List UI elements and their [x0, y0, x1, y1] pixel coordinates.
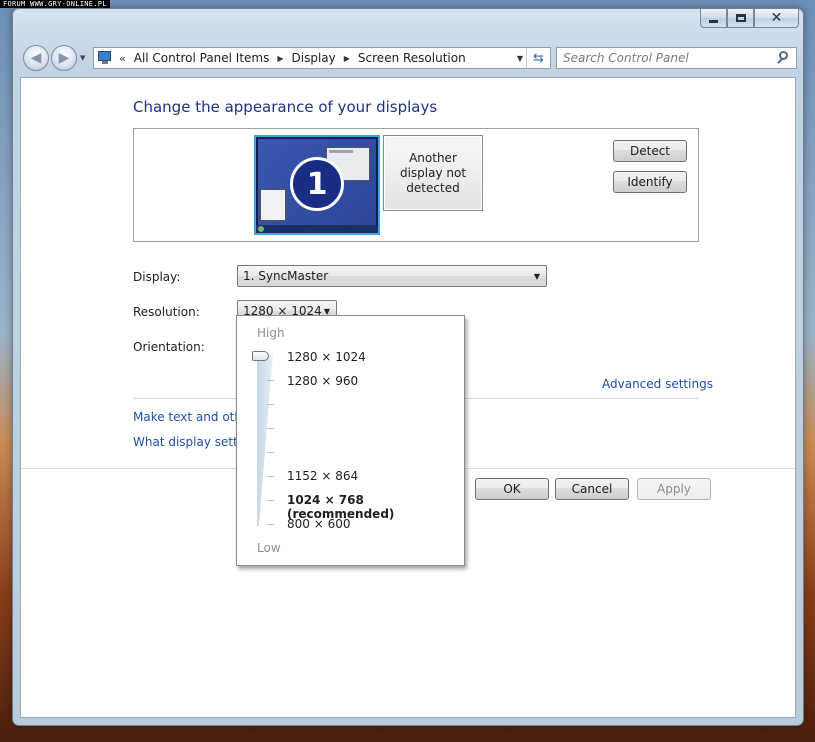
navigation-bar: ◀ ▶ ▼ « All Control Panel Items ▶ Displa…: [13, 43, 803, 73]
slider-tick: [267, 476, 274, 477]
back-button[interactable]: ◀: [23, 45, 49, 71]
orientation-label: Orientation:: [133, 340, 205, 354]
display-select-value: 1. SyncMaster: [243, 269, 329, 283]
refresh-icon: ⇆: [533, 50, 544, 66]
resolution-high-label: High: [257, 326, 285, 340]
address-bar[interactable]: « All Control Panel Items ▶ Display ▶ Sc…: [93, 47, 551, 69]
apply-button[interactable]: Apply: [637, 478, 711, 500]
arrow-left-icon: ◀: [30, 50, 42, 66]
resolution-option[interactable]: 800 × 600: [287, 517, 351, 531]
breadcrumb-all-items[interactable]: All Control Panel Items: [134, 51, 270, 65]
breadcrumb-overflow[interactable]: «: [119, 52, 126, 65]
monitor-panel-icon: [260, 189, 286, 221]
forward-button[interactable]: ▶: [51, 45, 77, 71]
monitor-not-detected[interactable]: Another display not detected: [383, 135, 483, 211]
slider-tick: [267, 404, 274, 405]
ok-button[interactable]: OK: [475, 478, 549, 500]
close-button[interactable]: ✕: [754, 9, 799, 28]
resolution-option[interactable]: 1280 × 1024: [287, 350, 366, 364]
slider-tick: [267, 428, 274, 429]
breadcrumb-screen-resolution[interactable]: Screen Resolution: [358, 51, 466, 65]
search-box[interactable]: [556, 47, 797, 69]
slider-tick: [267, 452, 274, 453]
identify-button[interactable]: Identify: [613, 171, 687, 193]
search-input[interactable]: [563, 49, 774, 67]
slider-tick: [267, 524, 274, 525]
display-select[interactable]: 1. SyncMaster ▼: [237, 265, 547, 287]
breadcrumb-separator-icon[interactable]: ▶: [344, 54, 350, 63]
advanced-settings-link[interactable]: Advanced settings: [602, 377, 713, 391]
watermark: FORUM WWW.GRY-ONLINE.PL: [0, 0, 110, 8]
recent-pages-dropdown[interactable]: ▼: [80, 54, 85, 62]
maximize-icon: [735, 14, 746, 22]
address-dropdown-icon[interactable]: ▼: [517, 54, 523, 63]
breadcrumb-separator-icon[interactable]: ▶: [277, 54, 283, 63]
chevron-down-icon: ▼: [533, 272, 540, 281]
minimize-icon: [709, 19, 718, 23]
cancel-button[interactable]: Cancel: [555, 478, 629, 500]
monitor-1[interactable]: 1: [254, 135, 380, 235]
another-display-text: Another display not detected: [399, 150, 467, 195]
slider-tick: [267, 380, 274, 381]
refresh-button[interactable]: ⇆: [526, 48, 550, 68]
resolution-option[interactable]: 1280 × 960: [287, 374, 358, 388]
detect-button[interactable]: Detect: [613, 140, 687, 162]
breadcrumb-display[interactable]: Display: [292, 51, 336, 65]
close-icon: ✕: [770, 10, 783, 26]
monitor-taskbar-icon: [256, 225, 378, 233]
resolution-popup[interactable]: High 1280 × 1024 1280 × 960 1152 × 864 1…: [236, 315, 465, 566]
display-preview: 1 Another display not detected Detect Id…: [133, 128, 699, 242]
minimize-button[interactable]: [700, 9, 727, 28]
maximize-button[interactable]: [727, 9, 754, 28]
page-title: Change the appearance of your displays: [133, 98, 438, 116]
caption-buttons: ✕: [700, 9, 799, 28]
display-number-badge: 1: [290, 157, 344, 211]
search-icon[interactable]: [774, 49, 792, 67]
resolution-low-label: Low: [257, 541, 281, 555]
slider-tick: [267, 500, 274, 501]
resolution-label: Resolution:: [133, 305, 200, 319]
display-label: Display:: [133, 270, 181, 284]
resolution-slider-thumb[interactable]: [252, 351, 269, 361]
control-panel-icon: [97, 51, 113, 65]
resolution-option[interactable]: 1152 × 864: [287, 469, 358, 483]
arrow-right-icon: ▶: [58, 50, 70, 66]
